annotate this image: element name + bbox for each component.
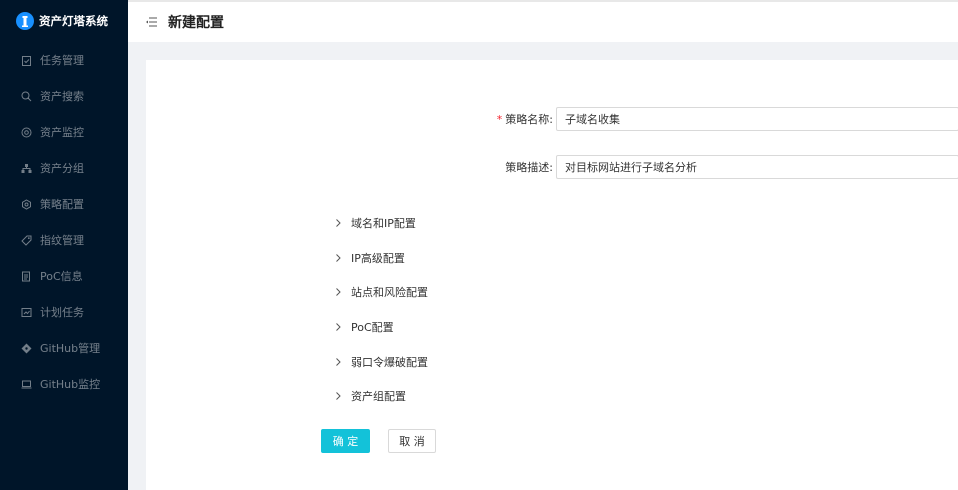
sidebar-item-asset-group[interactable]: 资产分组 <box>0 150 128 186</box>
policy-desc-label: 策略描述: <box>505 161 553 174</box>
sidebar-item-label: 指纹管理 <box>40 234 84 247</box>
clipboard-icon <box>20 54 32 66</box>
sidebar-item-label: PoC信息 <box>40 270 83 283</box>
sidebar-item-poc-info[interactable]: PoC信息 <box>0 258 128 294</box>
required-mark: * <box>496 113 503 126</box>
page-header: 新建配置 <box>128 0 958 42</box>
search-icon <box>20 90 32 102</box>
collapse-label: 站点和风险配置 <box>351 286 428 300</box>
sidebar-item-label: 资产分组 <box>40 162 84 175</box>
sidebar-item-github-management[interactable]: GitHub管理 <box>0 330 128 366</box>
collapse-label: 弱口令爆破配置 <box>351 355 428 369</box>
collapse-domain-ip[interactable]: 域名和IP配置 <box>332 206 428 241</box>
chevron-right-icon <box>332 321 344 333</box>
sidebar-item-label: 任务管理 <box>40 54 84 67</box>
collapse-label: IP高级配置 <box>351 251 405 265</box>
chevron-right-icon <box>332 252 344 264</box>
policy-name-label: * 策略名称: <box>496 113 553 126</box>
chevron-right-icon <box>332 286 344 298</box>
collapse-ip-advanced[interactable]: IP高级配置 <box>332 241 428 276</box>
confirm-button[interactable]: 确 定 <box>321 429 370 453</box>
github-icon <box>20 342 32 354</box>
collapse-label: 资产组配置 <box>351 390 406 404</box>
app-logo[interactable]: 资产灯塔系统 <box>0 0 128 42</box>
sidebar-item-label: GitHub管理 <box>40 342 101 355</box>
sidebar-item-asset-search[interactable]: 资产搜索 <box>0 78 128 114</box>
sidebar-item-label: GitHub监控 <box>40 378 101 391</box>
cluster-icon <box>20 162 32 174</box>
collapse-weak-password[interactable]: 弱口令爆破配置 <box>332 344 428 379</box>
collapse-poc[interactable]: PoC配置 <box>332 310 428 345</box>
sidebar: 资产灯塔系统 任务管理 资产搜索 资产监控 资产分组 策略配置 指纹管理 PoC… <box>0 0 128 490</box>
sidebar-item-label: 策略配置 <box>40 198 84 211</box>
policy-desc-row: 策略描述: <box>486 155 958 179</box>
config-collapse: 域名和IP配置 IP高级配置 站点和风险配置 PoC配置 弱口令爆破配置 资产组… <box>332 206 428 414</box>
lighthouse-icon <box>16 12 34 30</box>
sidebar-item-label: 计划任务 <box>40 306 84 319</box>
collapse-label: PoC配置 <box>351 321 394 335</box>
collapse-asset-group[interactable]: 资产组配置 <box>332 379 428 414</box>
sidebar-item-task-management[interactable]: 任务管理 <box>0 42 128 78</box>
laptop-icon <box>20 378 32 390</box>
sidebar-item-github-monitor[interactable]: GitHub监控 <box>0 366 128 402</box>
sidebar-item-asset-monitor[interactable]: 资产监控 <box>0 114 128 150</box>
page-title: 新建配置 <box>168 15 224 31</box>
app-title: 资产灯塔系统 <box>39 14 108 28</box>
sidebar-item-fingerprint[interactable]: 指纹管理 <box>0 222 128 258</box>
menu-fold-icon[interactable] <box>146 16 158 28</box>
collapse-label: 域名和IP配置 <box>351 217 416 231</box>
policy-desc-input[interactable] <box>556 155 958 179</box>
chevron-right-icon <box>332 217 344 229</box>
sidebar-item-scheduled-task[interactable]: 计划任务 <box>0 294 128 330</box>
form-card: *策略名称: 策略描述: 域名和IP配置 IP高级配置 站点和风险配置 PoC配… <box>146 60 958 490</box>
sidebar-item-label: 资产监控 <box>40 126 84 139</box>
sidebar-menu: 任务管理 资产搜索 资产监控 资产分组 策略配置 指纹管理 PoC信息 计划任务… <box>0 42 128 402</box>
cancel-button[interactable]: 取 消 <box>388 429 436 453</box>
schedule-icon <box>20 306 32 318</box>
collapse-site-risk[interactable]: 站点和风险配置 <box>332 275 428 310</box>
chevron-right-icon <box>332 390 344 402</box>
sidebar-item-label: 资产搜索 <box>40 90 84 103</box>
policy-name-input[interactable] <box>556 107 958 131</box>
monitor-icon <box>20 126 32 138</box>
file-icon <box>20 270 32 282</box>
chevron-right-icon <box>332 356 344 368</box>
tag-icon <box>20 234 32 246</box>
sidebar-item-policy-config[interactable]: 策略配置 <box>0 186 128 222</box>
gear-icon <box>20 198 32 210</box>
policy-name-row: * 策略名称: <box>486 107 958 131</box>
